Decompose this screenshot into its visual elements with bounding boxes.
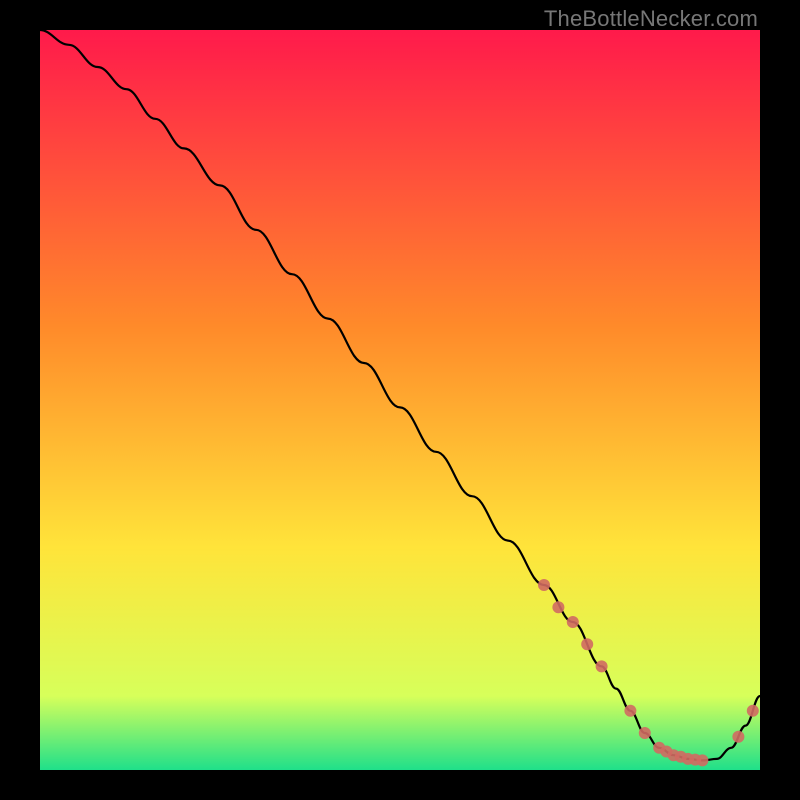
gradient-background [40,30,760,770]
marker-point [732,731,744,743]
marker-point [639,727,651,739]
marker-point [581,638,593,650]
bottleneck-chart [40,30,760,770]
marker-point [624,705,636,717]
marker-point [596,660,608,672]
marker-point [552,601,564,613]
marker-point [696,754,708,766]
chart-frame: TheBottleNecker.com [0,0,800,800]
watermark-text: TheBottleNecker.com [544,6,758,32]
marker-point [567,616,579,628]
marker-point [538,579,550,591]
marker-point [747,705,759,717]
